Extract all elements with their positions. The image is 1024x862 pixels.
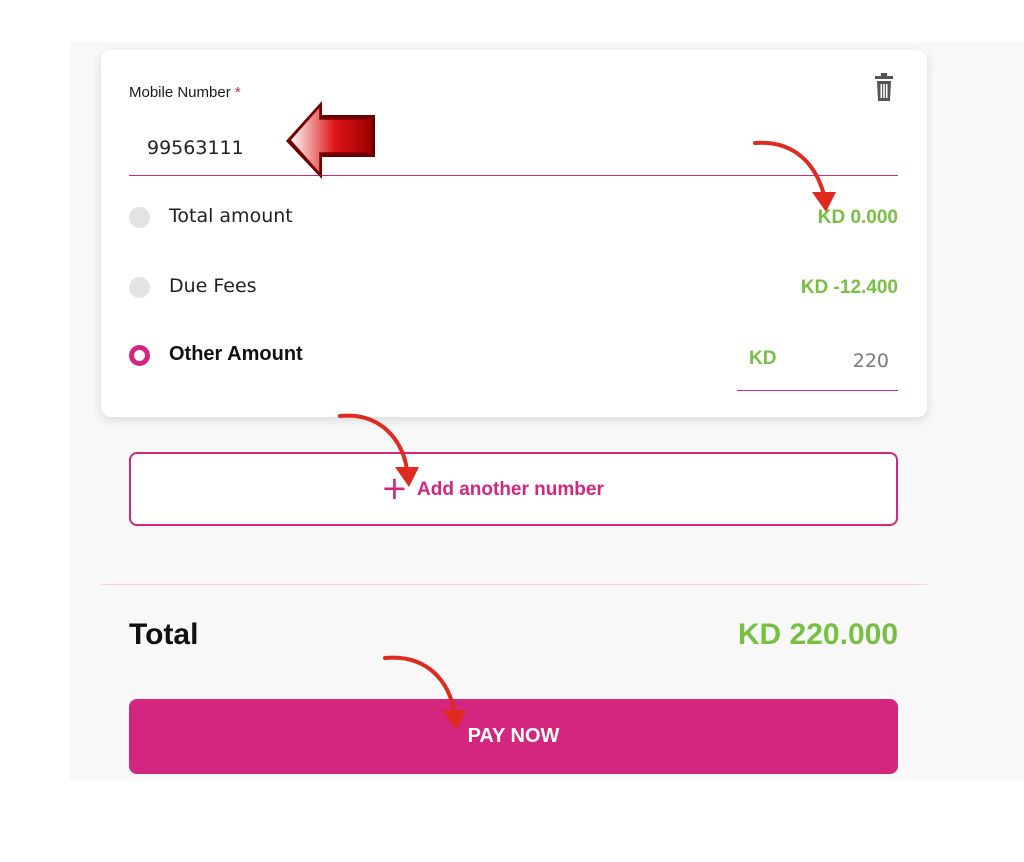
other-amount-field: KD [737,336,898,391]
option-amount: KD -12.400 [800,277,898,298]
option-label: Other Amount [169,343,303,365]
radio-button[interactable] [129,207,150,228]
total-value: KD 220.000 [737,618,898,651]
option-label: Total amount [169,205,293,227]
plus-icon: + [381,469,408,507]
option-amount: KD 0.000 [817,207,898,228]
divider [101,584,927,585]
mobile-number-input[interactable] [129,120,898,176]
option-total-amount[interactable]: Total amount KD 0.000 [129,201,898,231]
trash-icon[interactable] [872,73,896,103]
option-due-fees[interactable]: Due Fees KD -12.400 [129,271,898,301]
option-other-amount[interactable]: Other Amount [129,339,689,369]
currency-label: KD [749,348,777,369]
pay-now-button[interactable]: PAY NOW [129,699,898,774]
required-mark: * [234,84,241,101]
other-amount-input[interactable] [797,342,891,380]
mobile-number-label: Mobile Number * [129,84,241,101]
radio-button-selected[interactable] [129,345,150,366]
radio-button[interactable] [129,277,150,298]
option-label: Due Fees [169,275,257,297]
add-another-number-button[interactable]: + Add another number [129,452,898,526]
add-number-label: Add another number [417,479,604,500]
total-label: Total [129,618,199,651]
